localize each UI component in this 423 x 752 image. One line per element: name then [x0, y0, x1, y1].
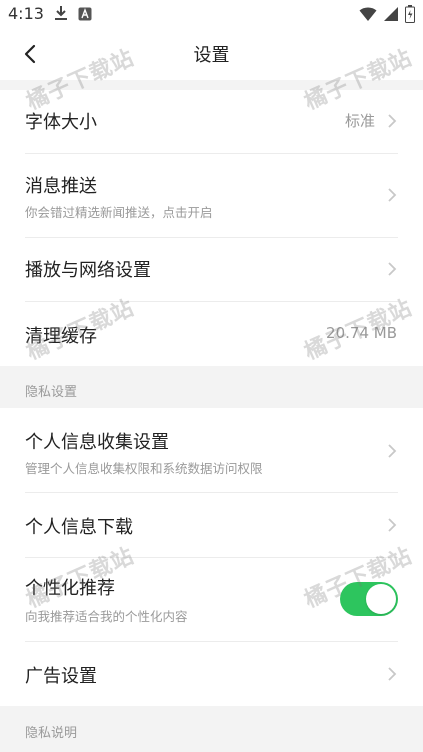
status-time: 4:13 [8, 4, 44, 23]
personalized-recommendation-toggle[interactable] [340, 582, 398, 616]
general-settings-section: 字体大小 标准 消息推送 你会错过精选新闻推送，点击开启 播放与网络设置 清理缓… [0, 90, 423, 366]
chevron-right-icon [388, 262, 397, 276]
section-gap [0, 80, 423, 90]
ad-settings-row[interactable]: 广告设置 [0, 642, 423, 706]
row-subtitle: 管理个人信息收集权限和系统数据访问权限 [25, 461, 263, 476]
chevron-right-icon [388, 518, 397, 532]
download-icon [54, 5, 68, 25]
wifi-icon [359, 6, 377, 26]
privacy-settings-section: 个人信息收集设置 管理个人信息收集权限和系统数据访问权限 个人信息下载 个性化推… [0, 408, 423, 706]
privacy-settings-header-bar: 隐私设置 [0, 366, 423, 408]
clear-cache-row[interactable]: 清理缓存 20.74 MB [0, 302, 423, 366]
chevron-right-icon [388, 667, 397, 681]
personal-info-download-row[interactable]: 个人信息下载 [0, 493, 423, 557]
row-title: 广告设置 [25, 666, 97, 687]
row-title: 字体大小 [25, 112, 97, 133]
font-size-value: 标准 [344, 112, 375, 130]
row-title: 个人信息收集设置 [25, 432, 169, 453]
toggle-knob [366, 584, 396, 614]
chevron-right-icon [388, 114, 397, 128]
row-title: 消息推送 [25, 176, 97, 197]
row-title: 清理缓存 [25, 326, 97, 347]
battery-charging-icon [405, 5, 415, 27]
row-title: 播放与网络设置 [25, 260, 151, 281]
app-notification-icon [78, 6, 92, 25]
nav-bar: 设置 [0, 28, 423, 80]
personalized-recommendation-row: 个性化推荐 向我推荐适合我的个性化内容 [0, 558, 423, 642]
privacy-settings-header: 隐私设置 [25, 385, 78, 400]
signal-icon [383, 6, 399, 26]
status-bar: 4:13 [0, 0, 423, 28]
privacy-notes-header: 隐私说明 [25, 726, 78, 741]
chevron-right-icon [388, 444, 397, 458]
page-title: 设置 [193, 45, 230, 66]
cache-size-value: 20.74 MB [326, 324, 397, 342]
row-title: 个人信息下载 [25, 517, 133, 538]
playback-network-row[interactable]: 播放与网络设置 [0, 238, 423, 302]
personal-info-collection-row[interactable]: 个人信息收集设置 管理个人信息收集权限和系统数据访问权限 [0, 408, 423, 492]
font-size-row[interactable]: 字体大小 标准 [0, 90, 423, 154]
privacy-notes-header-bar: 隐私说明 [0, 706, 423, 752]
message-push-row[interactable]: 消息推送 你会错过精选新闻推送，点击开启 [0, 154, 423, 238]
row-title: 个性化推荐 [25, 578, 115, 599]
row-subtitle: 向我推荐适合我的个性化内容 [25, 609, 188, 624]
chevron-right-icon [388, 188, 397, 202]
row-subtitle: 你会错过精选新闻推送，点击开启 [25, 205, 213, 220]
